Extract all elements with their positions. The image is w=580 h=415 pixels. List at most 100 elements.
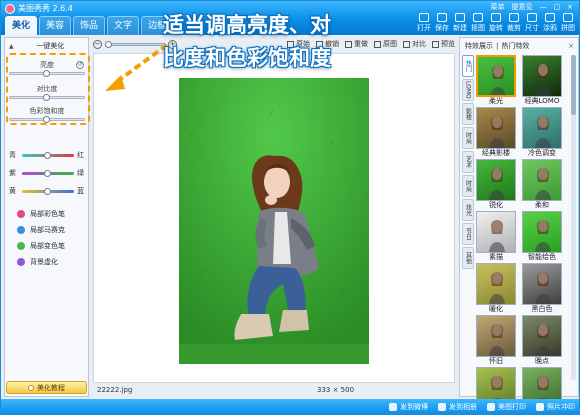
category-tab-2[interactable]: 影楼 [462,103,474,125]
tab-effect-display[interactable]: 特效展示 [462,40,496,53]
bulb-icon [28,384,34,391]
tab-0[interactable]: 美化 [5,16,38,35]
effect-item[interactable]: 怀旧 [476,315,516,367]
preview-button[interactable]: 预览 [432,39,455,49]
category-tab-3[interactable]: 时尚 [462,127,474,149]
app-window: 美图秀秀 2.6.4 菜单 提意见 — □ × 美化 美容 饰品 文字 边框 打开 保存新… [0,0,580,415]
effect-item[interactable]: 晚点 [522,315,562,367]
recolor-brush-icon [17,242,25,250]
tab-hot-effects[interactable]: 热门特效 [498,40,532,53]
effect-item[interactable]: 黑白色 [522,263,562,315]
close-button[interactable]: × [565,2,575,13]
effect-thumbnail [476,263,516,305]
effect-thumbnail [476,315,516,357]
effect-item[interactable]: 经典LOMO [522,55,562,107]
color-left-label: 紫 [9,169,16,177]
color-track[interactable] [22,151,74,159]
tool-blur-background[interactable]: 背景虚化 [17,256,58,268]
category-tab-7[interactable]: 节日 [462,223,474,245]
tool-label: 局部变色笔 [30,242,65,250]
close-icon[interactable]: × [566,40,576,53]
window-controls: 菜单 提意见 — □ × [489,2,576,13]
status-label: 发到微博 [400,402,428,411]
canvas-status: 22222.jpg 333 × 500 [93,384,455,396]
save-button[interactable]: 保存 [433,13,451,35]
status-bar: 发到微博 发到相册 美图打印 照片冲印 [1,399,579,414]
effect-item[interactable]: 冷色调变 [522,107,562,159]
resize-icon [527,13,537,22]
tool-recolor-brush[interactable]: 局部变色笔 [17,240,65,252]
photo-print-button[interactable]: 照片冲印 [536,402,575,412]
category-tab-5[interactable]: 时尚 [462,175,474,197]
crop-icon [509,13,519,22]
photo-print-icon [536,402,544,411]
effect-thumbnail [522,55,562,97]
minimize-button[interactable]: — [538,2,549,13]
effect-item[interactable]: 经典影楼 [476,107,516,159]
category-tab-8[interactable]: 其他 [462,247,474,269]
effect-item[interactable]: 智能绘色 [522,211,562,263]
effect-tabs: 特效展示 | 热门特效 × [462,40,576,53]
menu-button[interactable]: 菜单 [489,2,507,13]
one-click-beautify[interactable]: ▲ 一键美化 [9,41,85,51]
tutorial-button[interactable]: 美化教程 [6,381,87,394]
annotation-line-2: 比度和色彩饱和度 [163,46,331,70]
blur-background-icon [17,258,25,266]
color-right-label: 绿 [77,169,84,177]
effect-thumbnail [476,159,516,201]
print-button[interactable]: 美图打印 [487,402,526,412]
category-tab-1[interactable]: LOMO [462,79,474,101]
effect-item[interactable]: 素描 [476,211,516,263]
effect-item[interactable]: 锐化 [476,159,516,211]
rotate-icon [491,13,501,22]
resize-button[interactable]: 尺寸 [523,13,541,35]
category-tab-4[interactable]: 艺术 [462,151,474,173]
canvas-button-label: 对比 [412,40,426,48]
category-tab-0[interactable]: 热门 [462,55,474,77]
tool-color-brush[interactable]: 局部彩色笔 [17,208,65,220]
album-button[interactable]: 发到相册 [438,402,477,412]
canvas-button-label: 预览 [441,40,455,48]
color-knob[interactable] [44,187,51,195]
scrollbar-thumb[interactable] [571,55,576,115]
rotate-button[interactable]: 旋转 [487,13,505,35]
tool-label: 背景虚化 [30,258,58,266]
toolbar-label: 裁剪 [507,24,521,32]
effect-label: 晚点 [535,357,549,365]
effect-label: 素描 [489,253,503,261]
compare-button[interactable]: 对比 [403,39,426,49]
right-panel: 特效展示 | 热门特效 × 热门 LOMO 影楼 时尚 艺术 时尚 炫光 节日 其他 柔光 经典L… [459,37,579,409]
app-title: 美图秀秀 2.6.4 [5,2,73,15]
maximize-button[interactable]: □ [552,2,563,13]
tab-3[interactable]: 文字 [107,16,140,35]
color-track[interactable] [22,187,74,195]
toolbar-label: 新建 [453,24,467,32]
tab-1[interactable]: 美容 [39,16,72,35]
cutout-button[interactable]: 抠图 [469,13,487,35]
color-track[interactable] [22,169,74,177]
feedback-button[interactable]: 提意见 [510,2,535,13]
new-button[interactable]: 新建 [451,13,469,35]
photo[interactable] [179,78,369,364]
tool-mosaic[interactable]: 局部马赛克 [17,224,65,236]
open-button[interactable]: 打开 [415,13,433,35]
effect-item[interactable]: 柔和 [522,159,562,211]
preview-icon [432,40,439,48]
color-knob[interactable] [44,151,51,159]
effect-label: 黑白色 [531,305,553,313]
effect-thumbnail [522,159,562,201]
effect-scrollbar[interactable] [571,55,576,380]
annotation-arrow [105,43,169,91]
collage-button[interactable]: 拼图 [559,13,577,35]
effect-item[interactable]: 柔光 [476,55,516,107]
weibo-button[interactable]: 发到微博 [389,402,428,412]
crop-button[interactable]: 裁剪 [505,13,523,35]
doodle-button[interactable]: 涂鸦 [541,13,559,35]
effect-label: 经典影楼 [482,149,510,157]
effect-item[interactable]: 暖化 [476,263,516,315]
tab-2[interactable]: 饰品 [73,16,106,35]
category-tab-6[interactable]: 炫光 [462,199,474,221]
color-knob[interactable] [44,169,51,177]
effect-label: 锐化 [489,201,503,209]
toolbar-label: 旋转 [489,24,503,32]
